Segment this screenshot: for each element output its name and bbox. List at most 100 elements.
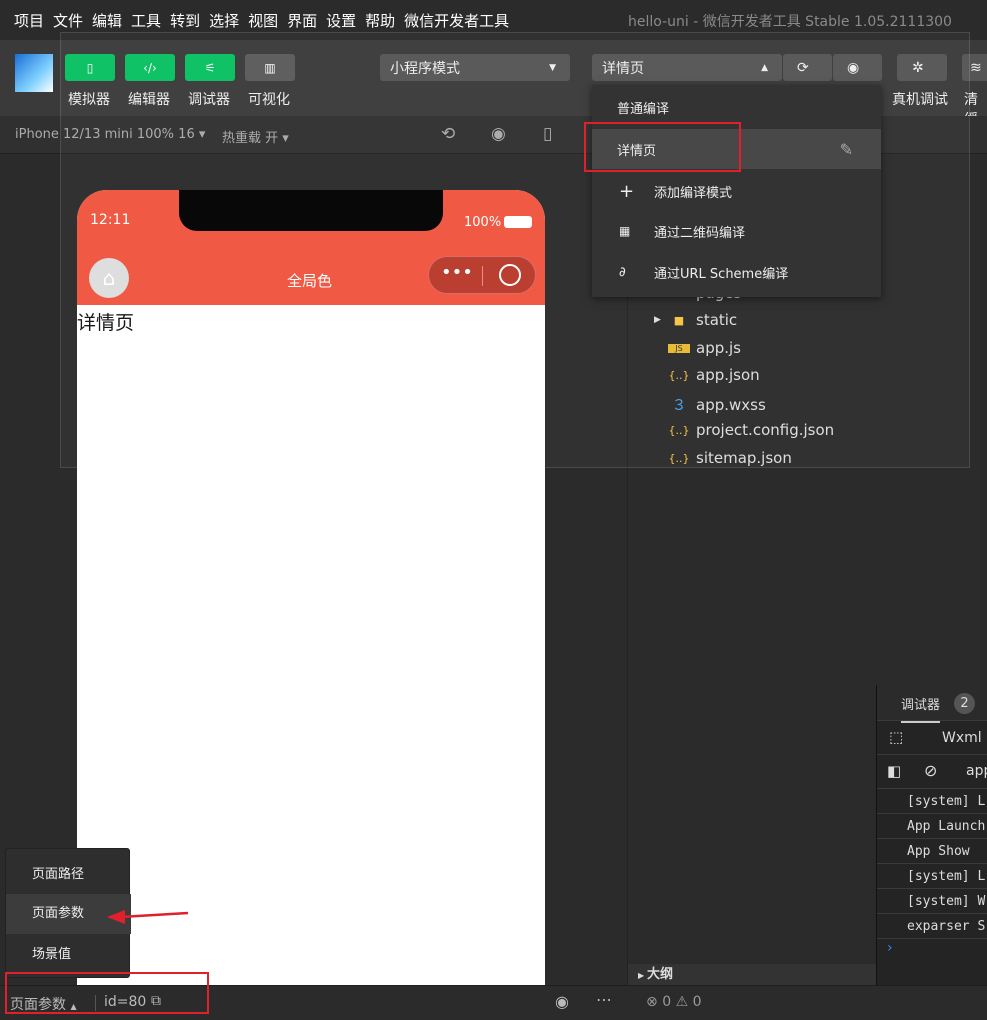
file-name: app.js [696, 339, 741, 357]
tree-item-project-config[interactable]: {..} project.config.json [668, 421, 835, 439]
device-select[interactable]: iPhone 12/13 mini 100% 16 ▾ [15, 127, 205, 142]
popup-item-page-path[interactable]: 页面路径 [6, 855, 131, 895]
highlight-box-params [5, 972, 209, 1014]
close-miniprogram-icon[interactable] [499, 264, 521, 286]
visual-label: 可视化 [248, 92, 290, 108]
real-debug-button[interactable]: ✲ [897, 54, 947, 81]
edit-icon[interactable]: ✎ [840, 140, 853, 159]
caret-down-icon: ▼ [549, 62, 556, 73]
dropdown-item-url-scheme[interactable]: ∂ 通过URL Scheme编译 [592, 252, 881, 292]
mode-select[interactable]: 小程序模式 ▼ [380, 54, 570, 81]
console-log: [system] L [877, 864, 987, 889]
menu-project[interactable]: 项目 [14, 10, 44, 31]
editor-label: 编辑器 [128, 92, 170, 108]
error-count: 0 [662, 994, 672, 1010]
console-log: exparser S [877, 914, 987, 939]
compile-select[interactable]: 详情页 ▲ [592, 54, 782, 81]
console-prompt-icon[interactable]: › [887, 940, 893, 956]
editor-button[interactable]: ‹/› [125, 54, 175, 81]
layout-icon: ▥ [264, 60, 276, 75]
avatar[interactable] [15, 54, 53, 92]
file-name: app.wxss [696, 395, 766, 414]
window-title: hello-uni - 微信开发者工具 Stable 1.05.2111300 [628, 14, 952, 30]
tree-item-app-wxss[interactable]: ３ app.wxss [668, 394, 766, 415]
debugger-tabs: 调试器 2 [877, 685, 987, 723]
console-log: [system] L [877, 789, 987, 814]
outline-section[interactable]: ▶ 大纲 [628, 964, 876, 985]
menu-tools[interactable]: 工具 [131, 10, 161, 31]
chevron-right-icon: ▶ [654, 315, 661, 325]
refresh-icon: ⟳ [797, 59, 809, 76]
eye-icon: ◉ [847, 59, 860, 76]
file-name: sitemap.json [696, 449, 792, 467]
red-arrow-annotation [107, 910, 189, 924]
menu-select[interactable]: 选择 [209, 10, 239, 31]
compile-dropdown: 普通编译 详情页 ✎ + 添加编译模式 ▦ 通过二维码编译 ∂ 通过URL Scheme… [592, 85, 881, 297]
console-filter[interactable]: app [966, 763, 987, 779]
dropdown-item-add-mode[interactable]: + 添加编译模式 [592, 171, 881, 211]
tree-item-static[interactable]: ▶ ■ static [654, 311, 737, 329]
refresh-button[interactable]: ⟳ [783, 54, 832, 81]
rotate-icon[interactable]: ⟲ [441, 124, 455, 144]
stop-icon[interactable]: ◉ [491, 124, 506, 144]
home-icon: ⌂ [102, 266, 116, 290]
clear-cache-button[interactable]: ≋ [962, 54, 987, 81]
tree-item-app-js[interactable]: JS app.js [668, 339, 741, 357]
more-icon[interactable]: ••• [441, 262, 473, 283]
problems-indicator[interactable]: ⊗ 0 ⚠ 0 [646, 994, 702, 1010]
menu-interface[interactable]: 界面 [287, 10, 317, 31]
status-time: 12:11 [90, 212, 131, 228]
home-button[interactable]: ⌂ [89, 258, 129, 298]
tree-item-app-json[interactable]: {..} app.json [668, 366, 760, 384]
preview-button[interactable]: ◉ [833, 54, 882, 81]
debugger-label: 调试器 [188, 92, 230, 108]
console-log: App Launch [877, 814, 987, 839]
menu-help[interactable]: 帮助 [365, 10, 395, 31]
tab-debugger[interactable]: 调试器 [901, 694, 941, 723]
plus-icon: + [619, 180, 635, 202]
sidebar-toggle-icon[interactable]: ◧ [887, 762, 901, 780]
inspect-icon[interactable]: ⬚ [889, 728, 903, 746]
phone-icon[interactable]: ▯ [543, 124, 552, 144]
file-name: project.config.json [696, 421, 835, 439]
dropdown-item-label: 添加编译模式 [654, 185, 733, 201]
debugger-button[interactable]: ⚟ [185, 54, 235, 81]
error-icon: ⊗ [646, 994, 658, 1010]
console-log: App Show [877, 839, 987, 864]
debugger-panel: 调试器 2 ⬚ Wxml ◧ ⊘ app [system] L App Laun… [876, 685, 987, 985]
warning-count: 0 [692, 994, 702, 1010]
tab-wxml[interactable]: Wxml [942, 730, 982, 746]
phone-screen: 12:11 100% ⌂ 全局色 ••• 详情页 [77, 190, 545, 985]
menu-goto[interactable]: 转到 [170, 10, 200, 31]
clear-console-icon[interactable]: ⊘ [924, 761, 937, 780]
menu-file[interactable]: 文件 [53, 10, 83, 31]
chevron-right-icon: ▶ [638, 971, 647, 980]
folder-icon: ■ [673, 313, 685, 327]
dropdown-item-qrcode[interactable]: ▦ 通过二维码编译 [592, 211, 881, 251]
menu-view[interactable]: 视图 [248, 10, 278, 31]
bug-icon: ✲ [912, 59, 924, 76]
json-file-icon: {..} [668, 368, 690, 382]
nav-title: 全局色 [287, 272, 333, 290]
dropdown-item-label: 通过URL Scheme编译 [654, 266, 789, 282]
menu-edit[interactable]: 编辑 [92, 10, 122, 31]
more-icon[interactable]: ⋯ [596, 990, 612, 1009]
simulator-button[interactable]: ▯ [65, 54, 115, 81]
warning-icon: ⚠ [675, 994, 689, 1010]
visual-button[interactable]: ▥ [245, 54, 295, 81]
notch [179, 190, 443, 231]
menu-settings[interactable]: 设置 [326, 10, 356, 31]
tree-item-sitemap[interactable]: {..} sitemap.json [668, 449, 792, 467]
page-text: 详情页 [77, 312, 135, 334]
outline-label: 大纲 [646, 967, 673, 982]
menu-wechat-devtools[interactable]: 微信开发者工具 [404, 10, 509, 31]
json-file-icon: {..} [668, 423, 690, 437]
popup-item-scene[interactable]: 场景值 [6, 935, 131, 975]
phone-header: 12:11 100% ⌂ 全局色 ••• [77, 190, 545, 305]
dropdown-item-normal[interactable]: 普通编译 [592, 87, 881, 127]
console-toolbar: ◧ ⊘ app [877, 755, 987, 789]
hot-reload-select[interactable]: 热重载 开 ▾ [222, 127, 289, 146]
caret-up-icon: ▲ [761, 62, 768, 73]
eye-icon[interactable]: ◉ [555, 992, 569, 1011]
code-icon: ‹/› [143, 60, 157, 75]
